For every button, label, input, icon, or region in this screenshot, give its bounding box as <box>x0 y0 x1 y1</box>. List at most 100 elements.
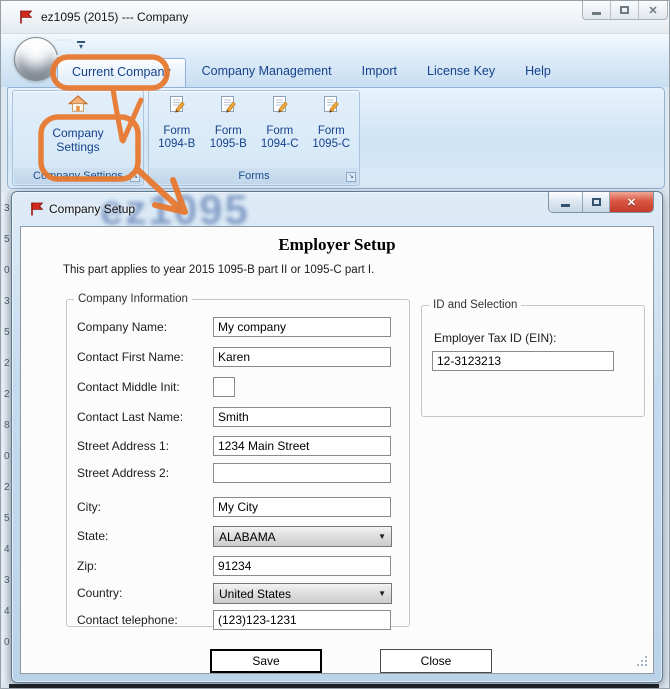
id-and-selection-groupbox: ID and Selection Employer Tax ID (EIN): <box>421 299 645 417</box>
country-select[interactable]: United States ▼ <box>213 583 392 604</box>
form-document-icon <box>169 96 185 113</box>
street-address-1-input[interactable] <box>213 436 391 456</box>
company-name-input[interactable] <box>213 317 391 337</box>
field-row: State: ALABAMA ▼ <box>67 526 409 548</box>
zip-input[interactable] <box>213 556 391 576</box>
launcher-arrow-icon: ↘ <box>348 173 354 180</box>
field-row: Contact First Name: <box>67 347 409 369</box>
ribbon-group-forms: Form 1094-B Form 1095-B Form 1094-C Form… <box>148 90 360 186</box>
resize-grip[interactable] <box>645 664 647 666</box>
field-row: Country: United States ▼ <box>67 583 409 605</box>
form-1094-c-button[interactable]: Form 1094-C <box>254 95 306 151</box>
country-label: Country: <box>77 586 123 600</box>
company-information-groupbox: Company Information Company Name: Contac… <box>66 293 410 630</box>
main-window: ez1095 (2015) --- Company ✕ ▾ Current Co… <box>0 0 670 689</box>
qat-customize-button[interactable]: ▾ <box>75 41 87 51</box>
form-button-label: Form 1095-C <box>312 125 351 150</box>
employer-setup-heading: Employer Setup <box>278 235 396 254</box>
application-menu-orb[interactable] <box>14 37 58 81</box>
state-selected-value: ALABAMA <box>219 529 276 544</box>
launcher-arrow-icon: ↘ <box>132 173 138 180</box>
tab-company-management[interactable]: Company Management <box>188 58 346 87</box>
company-setup-dialog: ez1095 Company Setup ✕ Employer Setup Th… <box>11 191 663 683</box>
city-label: City: <box>77 500 101 514</box>
dialog-maximize-button[interactable] <box>583 192 610 212</box>
id-and-selection-caption: ID and Selection <box>433 299 518 311</box>
save-button[interactable]: Save <box>210 649 322 673</box>
house-icon <box>68 95 88 112</box>
contact-last-name-input[interactable] <box>213 407 391 427</box>
ein-input[interactable] <box>432 351 614 371</box>
contact-middle-init-label: Contact Middle Init: <box>77 380 180 394</box>
dialog-close-button[interactable]: ✕ <box>610 192 653 212</box>
dialog-client-area: Employer Setup This part applies to year… <box>20 226 654 674</box>
ribbon-body: Company Settings Company Settings ↘ Form… <box>7 87 665 189</box>
form-1095-b-button[interactable]: Form 1095-B <box>203 95 255 151</box>
maximize-icon <box>620 6 629 14</box>
group-caption-forms: Forms <box>150 168 358 184</box>
field-row: Company Name: <box>67 317 409 339</box>
form-button-label: Form 1094-C <box>260 125 299 150</box>
ribbon-strip: ▾ Current Company Company Management Imp… <box>1 34 669 87</box>
quick-access-pill <box>54 39 76 57</box>
company-settings-button[interactable]: Company Settings <box>13 93 143 154</box>
tab-current-company[interactable]: Current Company <box>57 58 186 87</box>
company-name-label: Company Name: <box>77 320 168 334</box>
ribbon-group-company-settings: Company Settings Company Settings ↘ <box>12 90 144 186</box>
dialog-description: This part applies to year 2015 1095-B pa… <box>63 264 375 276</box>
dialog-minimize-button[interactable] <box>549 192 583 212</box>
city-input[interactable] <box>213 497 391 517</box>
form-document-icon <box>272 96 288 113</box>
field-row: City: <box>67 497 409 519</box>
minimize-icon <box>561 203 570 207</box>
app-flag-icon <box>20 10 33 24</box>
dialog-flag-icon <box>31 202 44 216</box>
dialog-titlebar[interactable]: ez1095 Company Setup ✕ <box>12 192 662 226</box>
street-address-1-label: Street Address 1: <box>77 439 170 453</box>
company-information-caption: Company Information <box>78 293 188 305</box>
form-button-label: Form 1094-B <box>158 125 196 150</box>
street-address-2-label: Street Address 2: <box>77 466 170 480</box>
dialog-title: Company Setup <box>49 202 136 216</box>
street-address-2-input[interactable] <box>213 463 391 483</box>
maximize-icon <box>591 198 601 206</box>
contact-telephone-input[interactable] <box>213 610 391 630</box>
main-titlebar: ez1095 (2015) --- Company ✕ <box>1 1 669 34</box>
dialog-launcher-icon[interactable]: ↘ <box>346 172 356 182</box>
forms-buttons: Form 1094-B Form 1095-B Form 1094-C Form… <box>151 95 357 151</box>
main-minimize-button[interactable] <box>583 1 611 19</box>
country-selected-value: United States <box>219 586 292 601</box>
contact-last-name-label: Contact Last Name: <box>77 410 184 424</box>
field-row: Contact telephone: <box>67 610 409 632</box>
tab-import[interactable]: Import <box>348 58 411 87</box>
company-settings-button-label: Company Settings <box>52 126 104 154</box>
field-row: Street Address 2: <box>67 463 409 485</box>
state-select[interactable]: ALABAMA ▼ <box>213 526 392 547</box>
window-title: ez1095 (2015) --- Company <box>41 10 189 24</box>
dialog-launcher-icon[interactable]: ↘ <box>130 172 140 182</box>
main-maximize-button[interactable] <box>611 1 639 19</box>
contact-first-name-input[interactable] <box>213 347 391 367</box>
minimize-icon <box>592 11 601 15</box>
form-document-icon <box>221 96 237 113</box>
tab-help[interactable]: Help <box>511 58 565 87</box>
ribbon-tabs: Current Company Company Management Impor… <box>57 58 567 87</box>
close-action-button[interactable]: Close <box>380 649 492 673</box>
field-row: Contact Last Name: <box>67 407 409 429</box>
form-1095-c-button[interactable]: Form 1095-C <box>306 95 358 151</box>
contact-telephone-label: Contact telephone: <box>77 613 178 627</box>
main-window-controls: ✕ <box>582 1 668 20</box>
main-close-button[interactable]: ✕ <box>639 1 667 19</box>
contact-middle-init-input[interactable] <box>213 377 235 397</box>
close-icon: ✕ <box>648 4 658 17</box>
field-row: Zip: <box>67 556 409 578</box>
form-document-icon <box>324 96 340 113</box>
chevron-down-icon: ▼ <box>378 589 386 598</box>
state-label: State: <box>77 529 109 543</box>
field-row: Street Address 1: <box>67 436 409 458</box>
chevron-down-icon: ▾ <box>78 42 83 51</box>
contact-first-name-label: Contact First Name: <box>77 350 184 364</box>
tab-license-key[interactable]: License Key <box>413 58 509 87</box>
form-1094-b-button[interactable]: Form 1094-B <box>151 95 203 151</box>
background-grid-sliver: 3 5 0 3 5 2 2 8 0 2 5 4 3 4 0 <box>2 193 11 683</box>
